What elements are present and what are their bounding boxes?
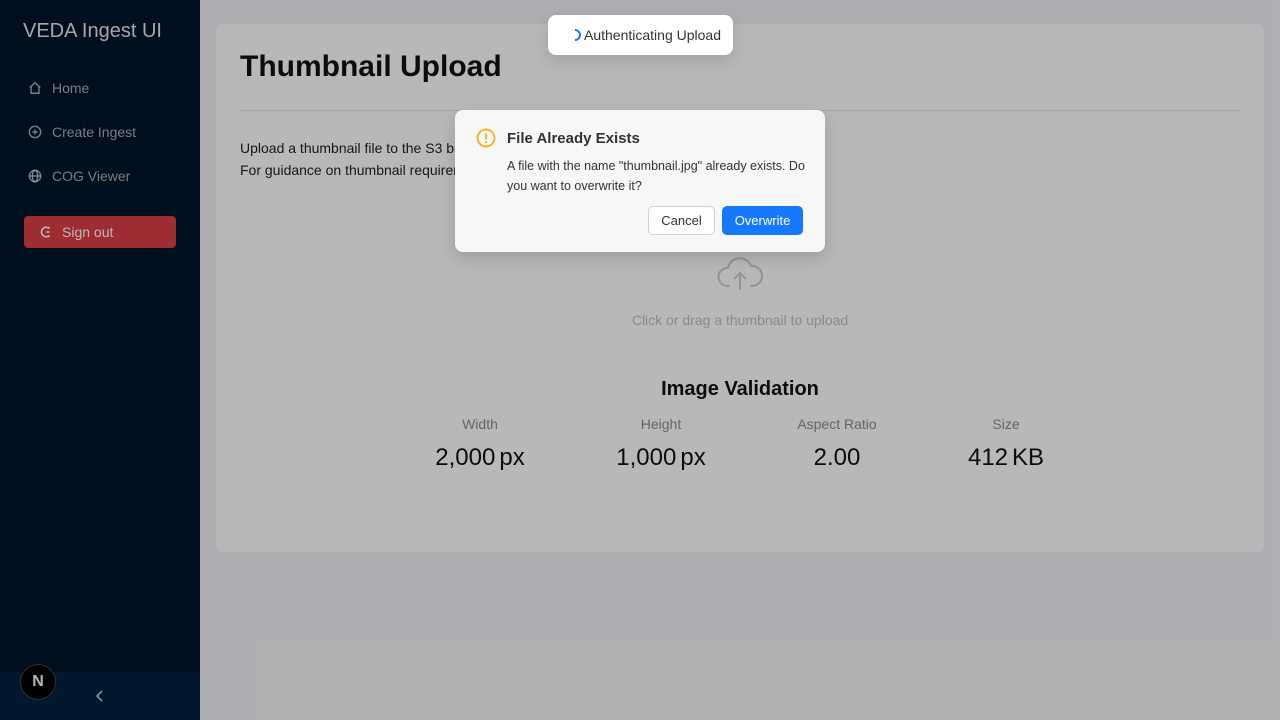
overwrite-button[interactable]: Overwrite [722, 206, 803, 235]
loading-toast: Authenticating Upload [548, 15, 733, 55]
cancel-button[interactable]: Cancel [648, 206, 715, 235]
dialog-message: A file with the name "thumbnail.jpg" alr… [507, 159, 805, 193]
confirm-dialog: File Already Exists A file with the name… [455, 110, 825, 252]
spinner-icon [568, 28, 582, 42]
modal-mask[interactable] [0, 0, 1280, 720]
toast-text: Authenticating Upload [584, 27, 721, 43]
dialog-title: File Already Exists [507, 130, 640, 147]
exclamation-circle-icon [476, 128, 496, 148]
